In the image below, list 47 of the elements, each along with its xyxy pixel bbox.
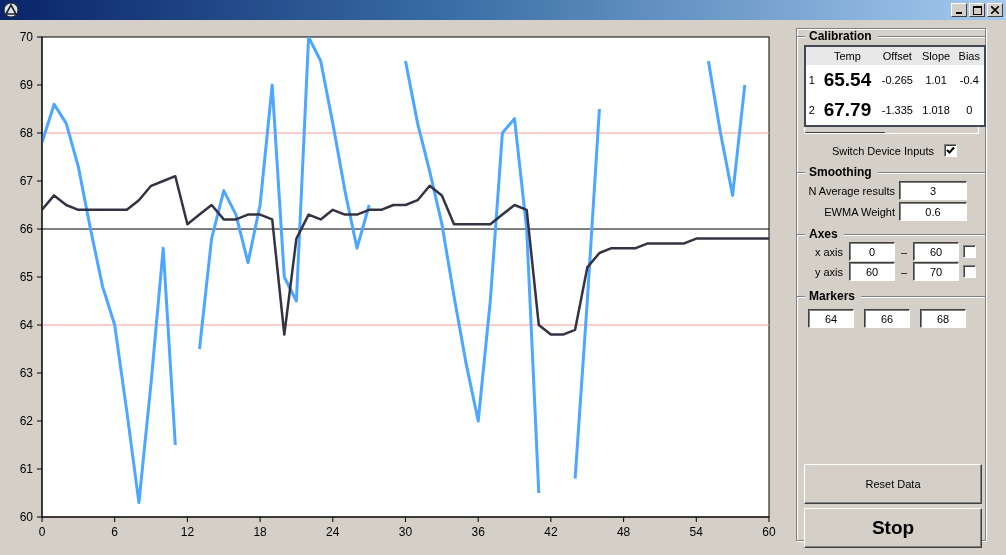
table-cell: 2	[805, 95, 818, 126]
field-label: EWMA Weight	[824, 205, 895, 218]
table-cell: 1.01	[917, 65, 955, 95]
axis-tick-label: 36	[471, 525, 485, 539]
axis-tick-label: 61	[19, 462, 33, 476]
axis-tick-label: 62	[19, 414, 33, 428]
range-separator: –	[899, 265, 909, 278]
column-header: Offset	[877, 46, 918, 65]
field-label: N Average results	[808, 184, 895, 197]
axis-tick-label: 68	[19, 126, 33, 140]
group-title: Markers	[809, 289, 856, 303]
axis-tick-label: 60	[19, 510, 33, 524]
table-cell: 65.54	[817, 65, 878, 95]
axis-tick-label: 18	[253, 525, 267, 539]
field-label: x axis	[813, 245, 843, 258]
group-title: Axes	[809, 227, 838, 241]
table-cell: 67.79	[817, 95, 878, 126]
axis-tick-label: 30	[398, 525, 413, 539]
axis-tick-label: 48	[616, 525, 631, 539]
group-title: Smoothing	[809, 165, 872, 179]
table-cell: 1.018	[917, 95, 955, 126]
axis-tick-label: 67	[19, 174, 33, 188]
axis-tick-label: 65	[19, 270, 33, 284]
axis-tick-label: 60	[762, 525, 776, 539]
axis-tick-label: 42	[544, 525, 558, 539]
table-cell: -0.265	[877, 65, 918, 95]
table-cell: -1.335	[877, 95, 918, 126]
axis-tick-label: 0	[38, 525, 46, 539]
axis-tick-label: 12	[180, 525, 195, 539]
field-label: y axis	[813, 265, 843, 278]
table-cell: 1	[805, 65, 818, 95]
axis-tick-label: 63	[19, 366, 33, 380]
group-title: Calibration	[809, 29, 872, 43]
axis-tick-label: 24	[326, 525, 340, 539]
axis-tick-label: 66	[19, 222, 33, 236]
axis-tick-label: 70	[19, 30, 33, 44]
axis-tick-label: 54	[689, 525, 703, 539]
axis-tick-label: 6	[111, 525, 119, 539]
range-separator: –	[899, 245, 909, 258]
checkbox-label: Switch Device Inputs	[831, 144, 934, 157]
column-header: Temp	[817, 46, 878, 65]
table-cell: 0	[954, 95, 985, 126]
table-cell: -0.4	[954, 65, 985, 95]
axis-tick-label: 69	[19, 78, 33, 92]
axis-tick-label: 64	[19, 318, 33, 332]
column-header: Slope	[917, 46, 955, 65]
column-header: Bias	[954, 46, 985, 65]
